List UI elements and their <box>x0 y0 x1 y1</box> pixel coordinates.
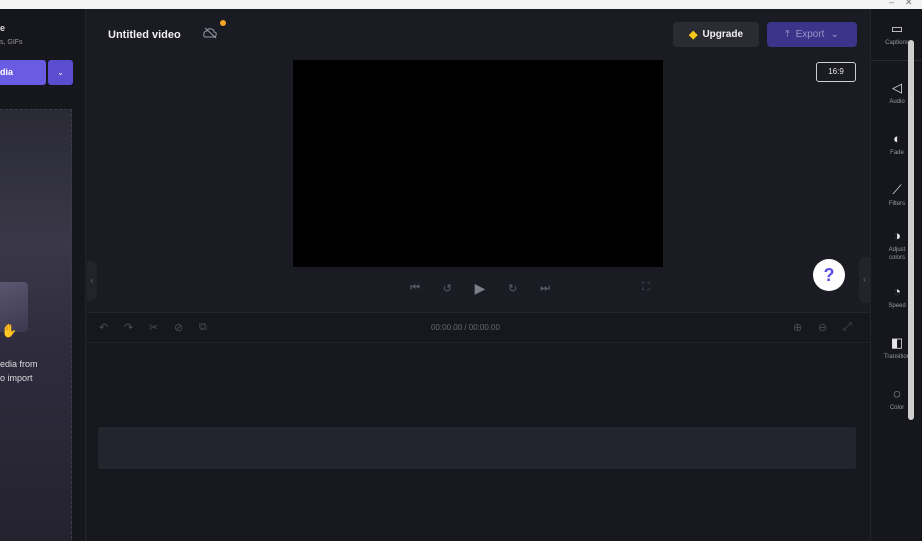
editor-header: Untitled video ◆ Upgrade ⤒ Export ⌄ <box>87 9 870 55</box>
upload-icon: ⤒ <box>785 29 790 40</box>
chevron-down-icon: ⌄ <box>830 29 839 40</box>
transition-icon: ◧ <box>890 335 904 350</box>
zoom-in-icon[interactable]: ⊕ <box>793 321 802 334</box>
notification-dot <box>220 20 226 26</box>
timeline: ↶ ↷ ✂ ⊘ ⧉ 00:00.00 / 00:00.00 ⊕ ⊖ ⤢ <box>87 312 870 541</box>
zoom-out-icon[interactable]: ⊖ <box>818 321 827 334</box>
forward-5s-icon[interactable]: ↻ <box>508 282 517 295</box>
delete-icon[interactable]: ⊘ <box>174 321 183 334</box>
collapse-right-panel-button[interactable]: ‹ <box>859 257 870 303</box>
timeline-track[interactable] <box>98 427 856 469</box>
rail-item-transition[interactable]: ◧ Transition <box>871 335 922 361</box>
import-media-button[interactable]: dia <box>0 60 46 85</box>
rail-item-color[interactable]: ◌ Color <box>871 386 922 412</box>
collapse-left-panel-button[interactable]: ‹ <box>87 261 97 301</box>
video-preview[interactable] <box>293 60 663 267</box>
chevron-down-icon: ⌄ <box>57 68 64 77</box>
fade-icon: ◐ <box>893 131 901 146</box>
playback-controls: ⏮ ↺ ▶ ↻ ⏭ <box>410 279 550 297</box>
media-panel-subtitle: s, GIFs <box>0 39 23 46</box>
help-button[interactable]: ? <box>813 259 845 291</box>
fullscreen-icon[interactable]: ⛶ <box>642 281 650 294</box>
fit-timeline-icon[interactable]: ⤢ <box>843 321 852 334</box>
close-icon[interactable]: ✕ <box>905 0 913 8</box>
minimize-icon[interactable]: – <box>889 0 894 7</box>
browser-top-strip: – ✕ <box>0 0 922 9</box>
video-title[interactable]: Untitled video <box>108 29 181 41</box>
filters-icon: ⟋ <box>892 182 902 197</box>
aspect-ratio-button[interactable]: 16:9 <box>816 62 856 82</box>
vertical-scrollbar[interactable] <box>908 40 914 420</box>
drop-zone-text: edia from o import <box>0 359 38 383</box>
redo-icon[interactable]: ↷ <box>124 321 133 334</box>
play-icon[interactable]: ▶ <box>475 280 486 297</box>
color-icon: ◌ <box>893 386 901 401</box>
skip-end-icon[interactable]: ⏭ <box>540 282 550 295</box>
gem-icon: ◆ <box>688 29 698 41</box>
audio-icon: ◁ <box>892 80 902 95</box>
rail-item-filters[interactable]: ⟋ Filters <box>871 182 922 208</box>
media-panel-title: e <box>0 23 6 33</box>
export-button[interactable]: ⤒ Export ⌄ <box>767 22 857 47</box>
rail-item-adjust-colors[interactable]: ◑ Adjust colors <box>871 228 922 262</box>
export-label: Export <box>795 29 825 40</box>
undo-icon[interactable]: ↶ <box>99 321 108 334</box>
properties-rail: ▭ Captions ◁ Audio ◐ Fade ⟋ Filters ◑ Ad… <box>870 9 922 541</box>
rail-item-fade[interactable]: ◐ Fade <box>871 131 922 157</box>
skip-start-icon[interactable]: ⏮ <box>410 282 420 295</box>
rail-item-captions[interactable]: ▭ Captions <box>871 21 922 47</box>
split-icon[interactable]: ✂ <box>149 321 158 334</box>
timecode: 00:00.00 / 00:00.00 <box>431 323 500 332</box>
cloud-sync-icon[interactable] <box>203 27 217 39</box>
upgrade-label: Upgrade <box>702 29 744 40</box>
speed-icon: ◔ <box>893 284 901 299</box>
media-panel: e s, GIFs dia ⌄ ✋ edia from o import <box>0 9 86 541</box>
media-drop-zone[interactable]: ✋ edia from o import <box>0 109 72 541</box>
timeline-toolbar: ↶ ↷ ✂ ⊘ ⧉ 00:00.00 / 00:00.00 ⊕ ⊖ ⤢ <box>87 313 870 343</box>
captions-icon: ▭ <box>890 21 904 36</box>
duplicate-icon[interactable]: ⧉ <box>199 321 207 334</box>
import-dropdown-button[interactable]: ⌄ <box>48 60 73 85</box>
adjust-colors-icon: ◑ <box>893 228 901 243</box>
rail-item-speed[interactable]: ◔ Speed <box>871 284 922 310</box>
rail-divider <box>871 60 922 61</box>
upgrade-button[interactable]: ◆ Upgrade <box>673 22 759 47</box>
hand-cursor-icon: ✋ <box>1 323 18 338</box>
rail-item-audio[interactable]: ◁ Audio <box>871 80 922 106</box>
rewind-5s-icon[interactable]: ↺ <box>443 282 452 295</box>
